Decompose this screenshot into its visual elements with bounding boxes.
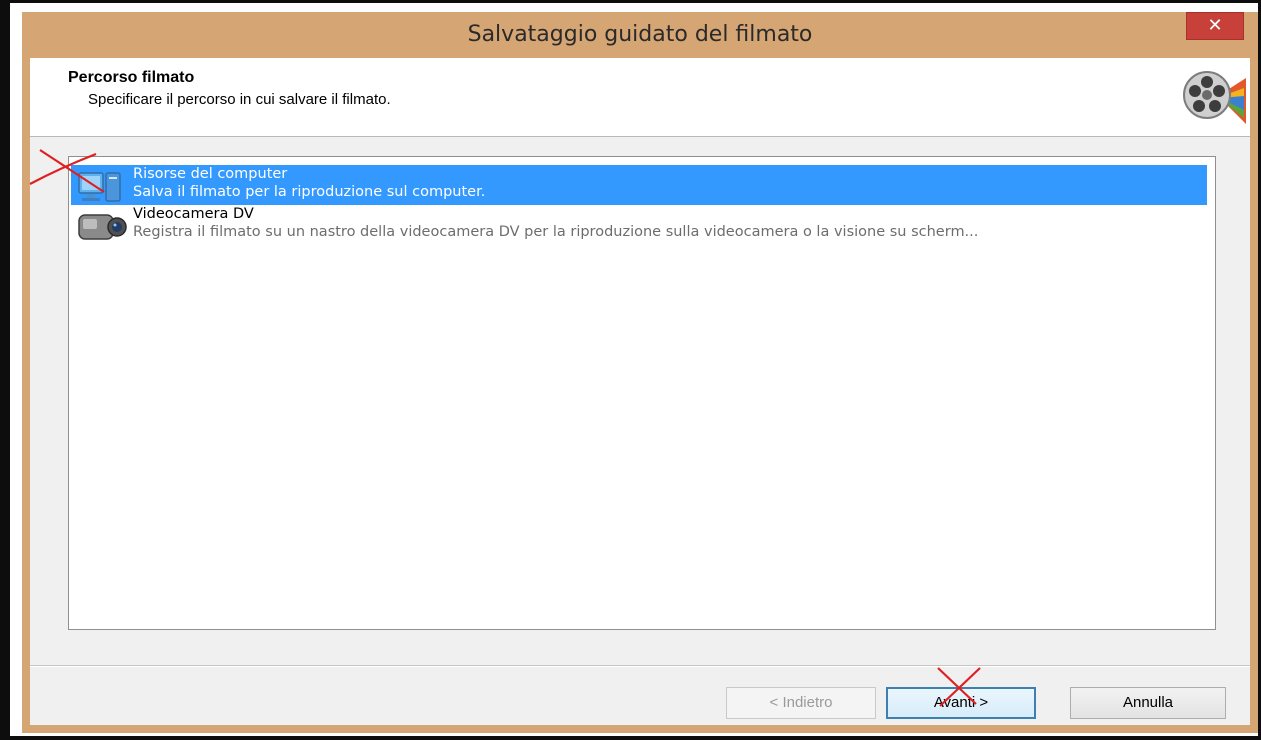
- item-description: Salva il filmato per la riproduzione sul…: [133, 184, 486, 200]
- item-description: Registra il filmato su un nastro della v…: [133, 224, 979, 240]
- destination-list[interactable]: Risorse del computer Salva il filmato pe…: [68, 156, 1216, 630]
- list-item-computer[interactable]: Risorse del computer Salva il filmato pe…: [71, 165, 1207, 205]
- back-button[interactable]: < Indietro: [726, 687, 876, 719]
- item-title: Risorse del computer: [133, 166, 288, 182]
- title-bar[interactable]: Salvataggio guidato del filmato: [22, 12, 1258, 58]
- wizard-body: Percorso filmato Specificare il percorso…: [30, 58, 1250, 725]
- wizard-window: Salvataggio guidato del filmato ✕ Percor…: [22, 12, 1258, 733]
- list-item-camcorder[interactable]: Videocamera DV Registra il filmato su un…: [71, 205, 1207, 245]
- close-icon: ✕: [1207, 15, 1223, 36]
- next-button[interactable]: Avanti >: [886, 687, 1036, 719]
- camcorder-icon: [78, 214, 127, 240]
- window-title: Salvataggio guidato del filmato: [467, 22, 813, 47]
- computer-icon: [78, 172, 121, 202]
- footer-divider: [30, 665, 1250, 667]
- film-reel-icon: [1183, 71, 1246, 124]
- page-title: Percorso filmato: [68, 69, 195, 86]
- cancel-button[interactable]: Annulla: [1070, 687, 1226, 719]
- page-subtitle: Specificare il percorso in cui salvare i…: [88, 91, 391, 108]
- item-title: Videocamera DV: [133, 206, 254, 222]
- wizard-header: Percorso filmato Specificare il percorso…: [30, 58, 1250, 137]
- close-button[interactable]: ✕: [1186, 12, 1244, 40]
